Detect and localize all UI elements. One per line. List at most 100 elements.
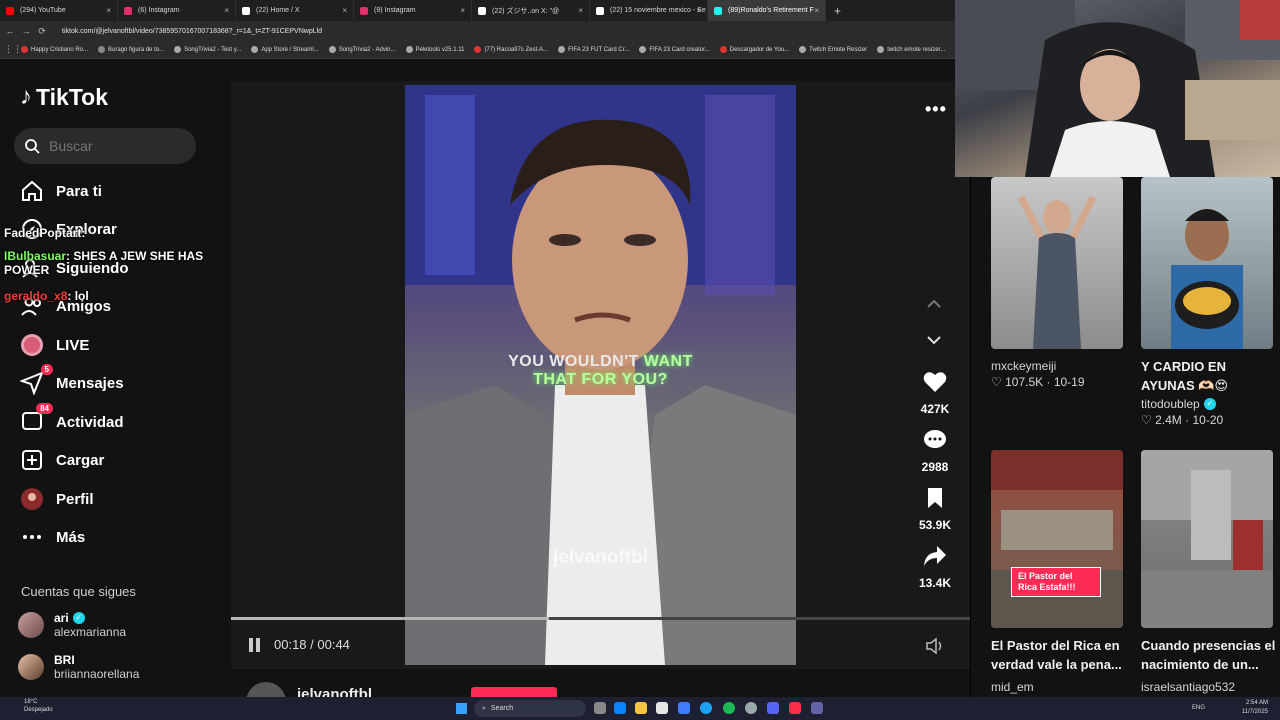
bookmark-item[interactable]: Burago figura de to... xyxy=(93,46,169,53)
recommended-video-card[interactable]: mxckeymeiji ♡ 107.5K · 10-19 xyxy=(991,177,1123,389)
browser-tab[interactable]: (89)Ronaldo's Retirement F × xyxy=(708,0,826,21)
bookmark-item[interactable]: twitch emote resizer... xyxy=(872,46,950,53)
windows-start-icon[interactable] xyxy=(456,703,467,714)
following-account[interactable]: BRI briiannaorellana xyxy=(18,653,139,681)
bookmark-favicon-icon xyxy=(877,46,885,53)
apps-grid-icon[interactable]: ⋮⋮ xyxy=(4,44,22,55)
chrome-icon[interactable] xyxy=(700,702,712,714)
recommended-video-card[interactable]: Y CARDIO EN AYUNAS 🫶🏻😍 titodoublep ✓ ♡ 2.… xyxy=(1141,177,1273,427)
recommended-video-card[interactable]: Cuando presencias el nacimiento de un...… xyxy=(1141,450,1276,694)
sidebar-item[interactable]: Cargar xyxy=(20,445,104,475)
close-tab-icon[interactable]: × xyxy=(578,6,583,15)
following-account[interactable]: ari ✓ alexmarianna xyxy=(18,611,126,639)
close-tab-icon[interactable]: × xyxy=(696,6,701,15)
steam-icon[interactable] xyxy=(745,702,757,714)
language-indicator[interactable]: ENG xyxy=(1192,705,1205,711)
pause-icon[interactable] xyxy=(249,637,260,652)
bookmark-item[interactable]: SongTrivia2 - Advin... xyxy=(324,46,401,53)
sidebar-item[interactable]: Perfil xyxy=(20,484,94,514)
search-box[interactable] xyxy=(14,128,196,164)
close-tab-icon[interactable]: × xyxy=(814,6,819,15)
sidebar-item[interactable]: Más xyxy=(20,522,85,552)
spotify-icon[interactable] xyxy=(723,702,735,714)
edge-icon[interactable] xyxy=(614,702,626,714)
bookmark-item[interactable]: FIFA 23 FUT Card Cr... xyxy=(553,46,634,53)
chevron-down-icon[interactable] xyxy=(926,335,942,345)
back-icon[interactable]: ← xyxy=(4,26,16,36)
sidebar-item[interactable]: 5 Mensajes xyxy=(20,364,124,398)
bookmark-item[interactable]: (77) Racoa97s Zest-A... xyxy=(469,46,553,53)
sidebar-item[interactable]: 84 Actividad xyxy=(20,403,124,437)
tab-favicon-icon xyxy=(124,6,132,15)
bookmark-favicon-icon xyxy=(474,46,482,53)
taskbar-search[interactable]: ⌕ Search xyxy=(474,700,586,717)
share-action[interactable]: 13.4K xyxy=(913,545,957,590)
follow-button[interactable] xyxy=(471,687,557,697)
like-action[interactable]: 427K xyxy=(913,371,957,416)
search-icon: ⌕ xyxy=(482,704,486,712)
browser-tab[interactable]: (294) YouTube × xyxy=(0,0,118,21)
webcam-overlay xyxy=(955,0,1280,177)
tab-label: (22) ズジサ..on X: "@ xyxy=(492,7,560,15)
chat-message: geraldo_x8: lol xyxy=(4,289,89,303)
video-author[interactable]: mxckeymeiji xyxy=(991,359,1123,373)
author-name[interactable]: jelvanoftbl xyxy=(297,686,372,697)
close-tab-icon[interactable]: × xyxy=(106,6,111,15)
browser-tab[interactable]: (22) 15 noviembre mexico - Se × xyxy=(590,0,708,21)
caption-line1a: YOU WOULDN'T xyxy=(508,353,644,370)
bookmark-item[interactable]: Twitch Emote Resizer xyxy=(794,46,872,53)
close-tab-icon[interactable]: × xyxy=(224,6,229,15)
browser-tab[interactable]: (22) Home / X × xyxy=(236,0,354,21)
bookmark-item[interactable]: SongTrivia2 - Test y... xyxy=(169,46,246,53)
chat-message: FadedPoptart: xyxy=(4,226,85,240)
bookmark-item[interactable]: App Store / Streaml... xyxy=(246,46,323,53)
verified-icon: ✓ xyxy=(1203,398,1216,410)
tiktok-logo[interactable]: ♪ TikTok xyxy=(20,83,108,111)
author-avatar[interactable] xyxy=(246,682,286,697)
system-clock[interactable]: 2:54 AM 11/7/2025 xyxy=(1242,699,1268,717)
browser-tab[interactable]: (22) ズジサ..on X: "@ × xyxy=(472,0,590,21)
browser-tab[interactable]: (9) Instagram × xyxy=(354,0,472,21)
url-field[interactable]: tiktok.com/@jelvanoftbl/video/7385957016… xyxy=(62,28,322,35)
video-author[interactable]: titodoublep ✓ xyxy=(1141,397,1273,411)
volume-icon[interactable] xyxy=(925,637,945,655)
close-tab-icon[interactable]: × xyxy=(460,6,465,15)
search-input[interactable] xyxy=(49,138,179,154)
following-accounts-title: Cuentas que sigues xyxy=(21,584,136,599)
mail-icon[interactable] xyxy=(678,702,690,714)
sidebar-item[interactable]: LIVE xyxy=(20,330,89,360)
chat-text: : lol xyxy=(67,289,89,303)
store-icon[interactable] xyxy=(656,702,668,714)
comment-action[interactable]: 2988 xyxy=(913,429,957,474)
file-explorer-icon[interactable] xyxy=(635,702,647,714)
close-tab-icon[interactable]: × xyxy=(342,6,347,15)
weather-widget[interactable]: 18°C Despejado xyxy=(8,698,53,714)
bookmark-item[interactable]: Descargador de You... xyxy=(715,46,794,53)
teams-icon[interactable] xyxy=(811,702,823,714)
new-tab-button[interactable]: + xyxy=(834,4,841,18)
bookmark-item[interactable]: Peletools v25.1.11 xyxy=(401,46,470,53)
music-icon[interactable] xyxy=(789,702,801,714)
task-view-icon[interactable] xyxy=(594,702,606,714)
video-player[interactable]: YOU WOULDN'T WANT THAT FOR YOU? jelvanof… xyxy=(405,85,796,665)
recommended-video-card[interactable]: El Pastor del Rica Estafa!!! El Pastor d… xyxy=(991,450,1126,694)
bookmark-label: SongTrivia2 - Advin... xyxy=(338,46,396,53)
bookmark-favicon-icon xyxy=(21,46,28,53)
discord-icon[interactable] xyxy=(767,702,779,714)
video-author[interactable]: mid_em xyxy=(991,680,1126,694)
video-thumbnail xyxy=(1141,177,1273,349)
sidebar-item[interactable]: Para ti xyxy=(20,176,102,206)
chevron-up-icon[interactable] xyxy=(926,299,942,309)
bookmark-favicon-icon xyxy=(719,46,727,53)
reload-icon[interactable]: ⟳ xyxy=(36,26,48,37)
bookmark-label: App Store / Streaml... xyxy=(261,46,319,53)
video-progress-bar[interactable] xyxy=(231,617,970,620)
video-author[interactable]: israelsantiago532 xyxy=(1141,680,1276,694)
forward-icon[interactable]: → xyxy=(20,26,32,36)
more-options-icon[interactable]: ••• xyxy=(925,99,947,120)
bookmark-item[interactable]: FIFA 23 Card creator... xyxy=(634,46,714,53)
tab-favicon-icon xyxy=(714,6,722,15)
browser-tab[interactable]: (6) Instagram × xyxy=(118,0,236,21)
bookmark-item[interactable]: Happy Cristiano Ro... xyxy=(16,46,93,53)
bookmark-action[interactable]: 53.9K xyxy=(913,487,957,532)
